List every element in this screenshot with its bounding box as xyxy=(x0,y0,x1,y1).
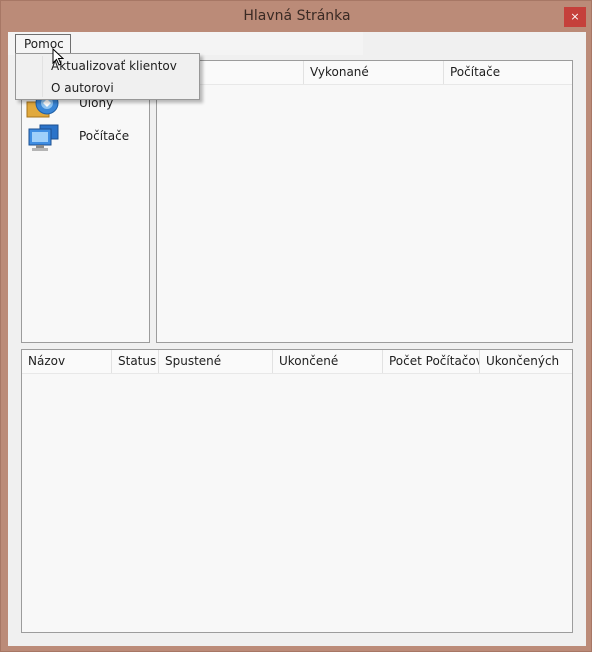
lower-col-ukoncene[interactable]: Ukončené xyxy=(273,350,383,373)
lower-col-spustene[interactable]: Spustené xyxy=(159,350,273,373)
title-bar[interactable]: Hlavná Stránka × xyxy=(1,1,592,33)
help-dropdown-menu: Aktualizovať klientov O autorovi xyxy=(15,53,200,100)
upper-col-vykonane[interactable]: Vykonané xyxy=(304,61,444,84)
window-title: Hlavná Stránka xyxy=(243,8,351,24)
computers-icon xyxy=(28,124,59,151)
nav-label-computers: Počítače xyxy=(79,129,130,143)
close-button[interactable]: × xyxy=(564,7,586,27)
lower-col-nazov[interactable]: Názov xyxy=(22,350,112,373)
lower-table-header: Názov Status Spustené Ukončené Počet Poč… xyxy=(22,350,572,374)
main-window: Hlavná Stránka × Pomoc Úlohy Počítače Vy… xyxy=(0,0,592,652)
nav-item-computers[interactable]: Počítače xyxy=(26,123,148,155)
lower-col-status[interactable]: Status xyxy=(112,350,159,373)
upper-col-pocitace[interactable]: Počítače xyxy=(444,61,572,84)
client-area: Pomoc Úlohy Počítače Vykonané Počítače N… xyxy=(8,32,586,646)
upper-table-header: Vykonané Počítače xyxy=(157,61,572,85)
lower-col-pocet-pocitacov[interactable]: Počet Počítačov xyxy=(383,350,480,373)
lower-col-ukoncenych[interactable]: Ukončených xyxy=(480,350,572,373)
lower-table: Názov Status Spustené Ukončené Počet Poč… xyxy=(21,349,573,633)
menu-item-about-author[interactable]: O autorovi xyxy=(51,81,114,95)
mouse-pointer-icon xyxy=(52,48,64,66)
menu-separator xyxy=(42,56,43,97)
upper-table: Vykonané Počítače xyxy=(156,60,573,343)
navigation-panel: Úlohy Počítače xyxy=(21,60,150,343)
menu-item-update-clients[interactable]: Aktualizovať klientov xyxy=(51,59,177,73)
